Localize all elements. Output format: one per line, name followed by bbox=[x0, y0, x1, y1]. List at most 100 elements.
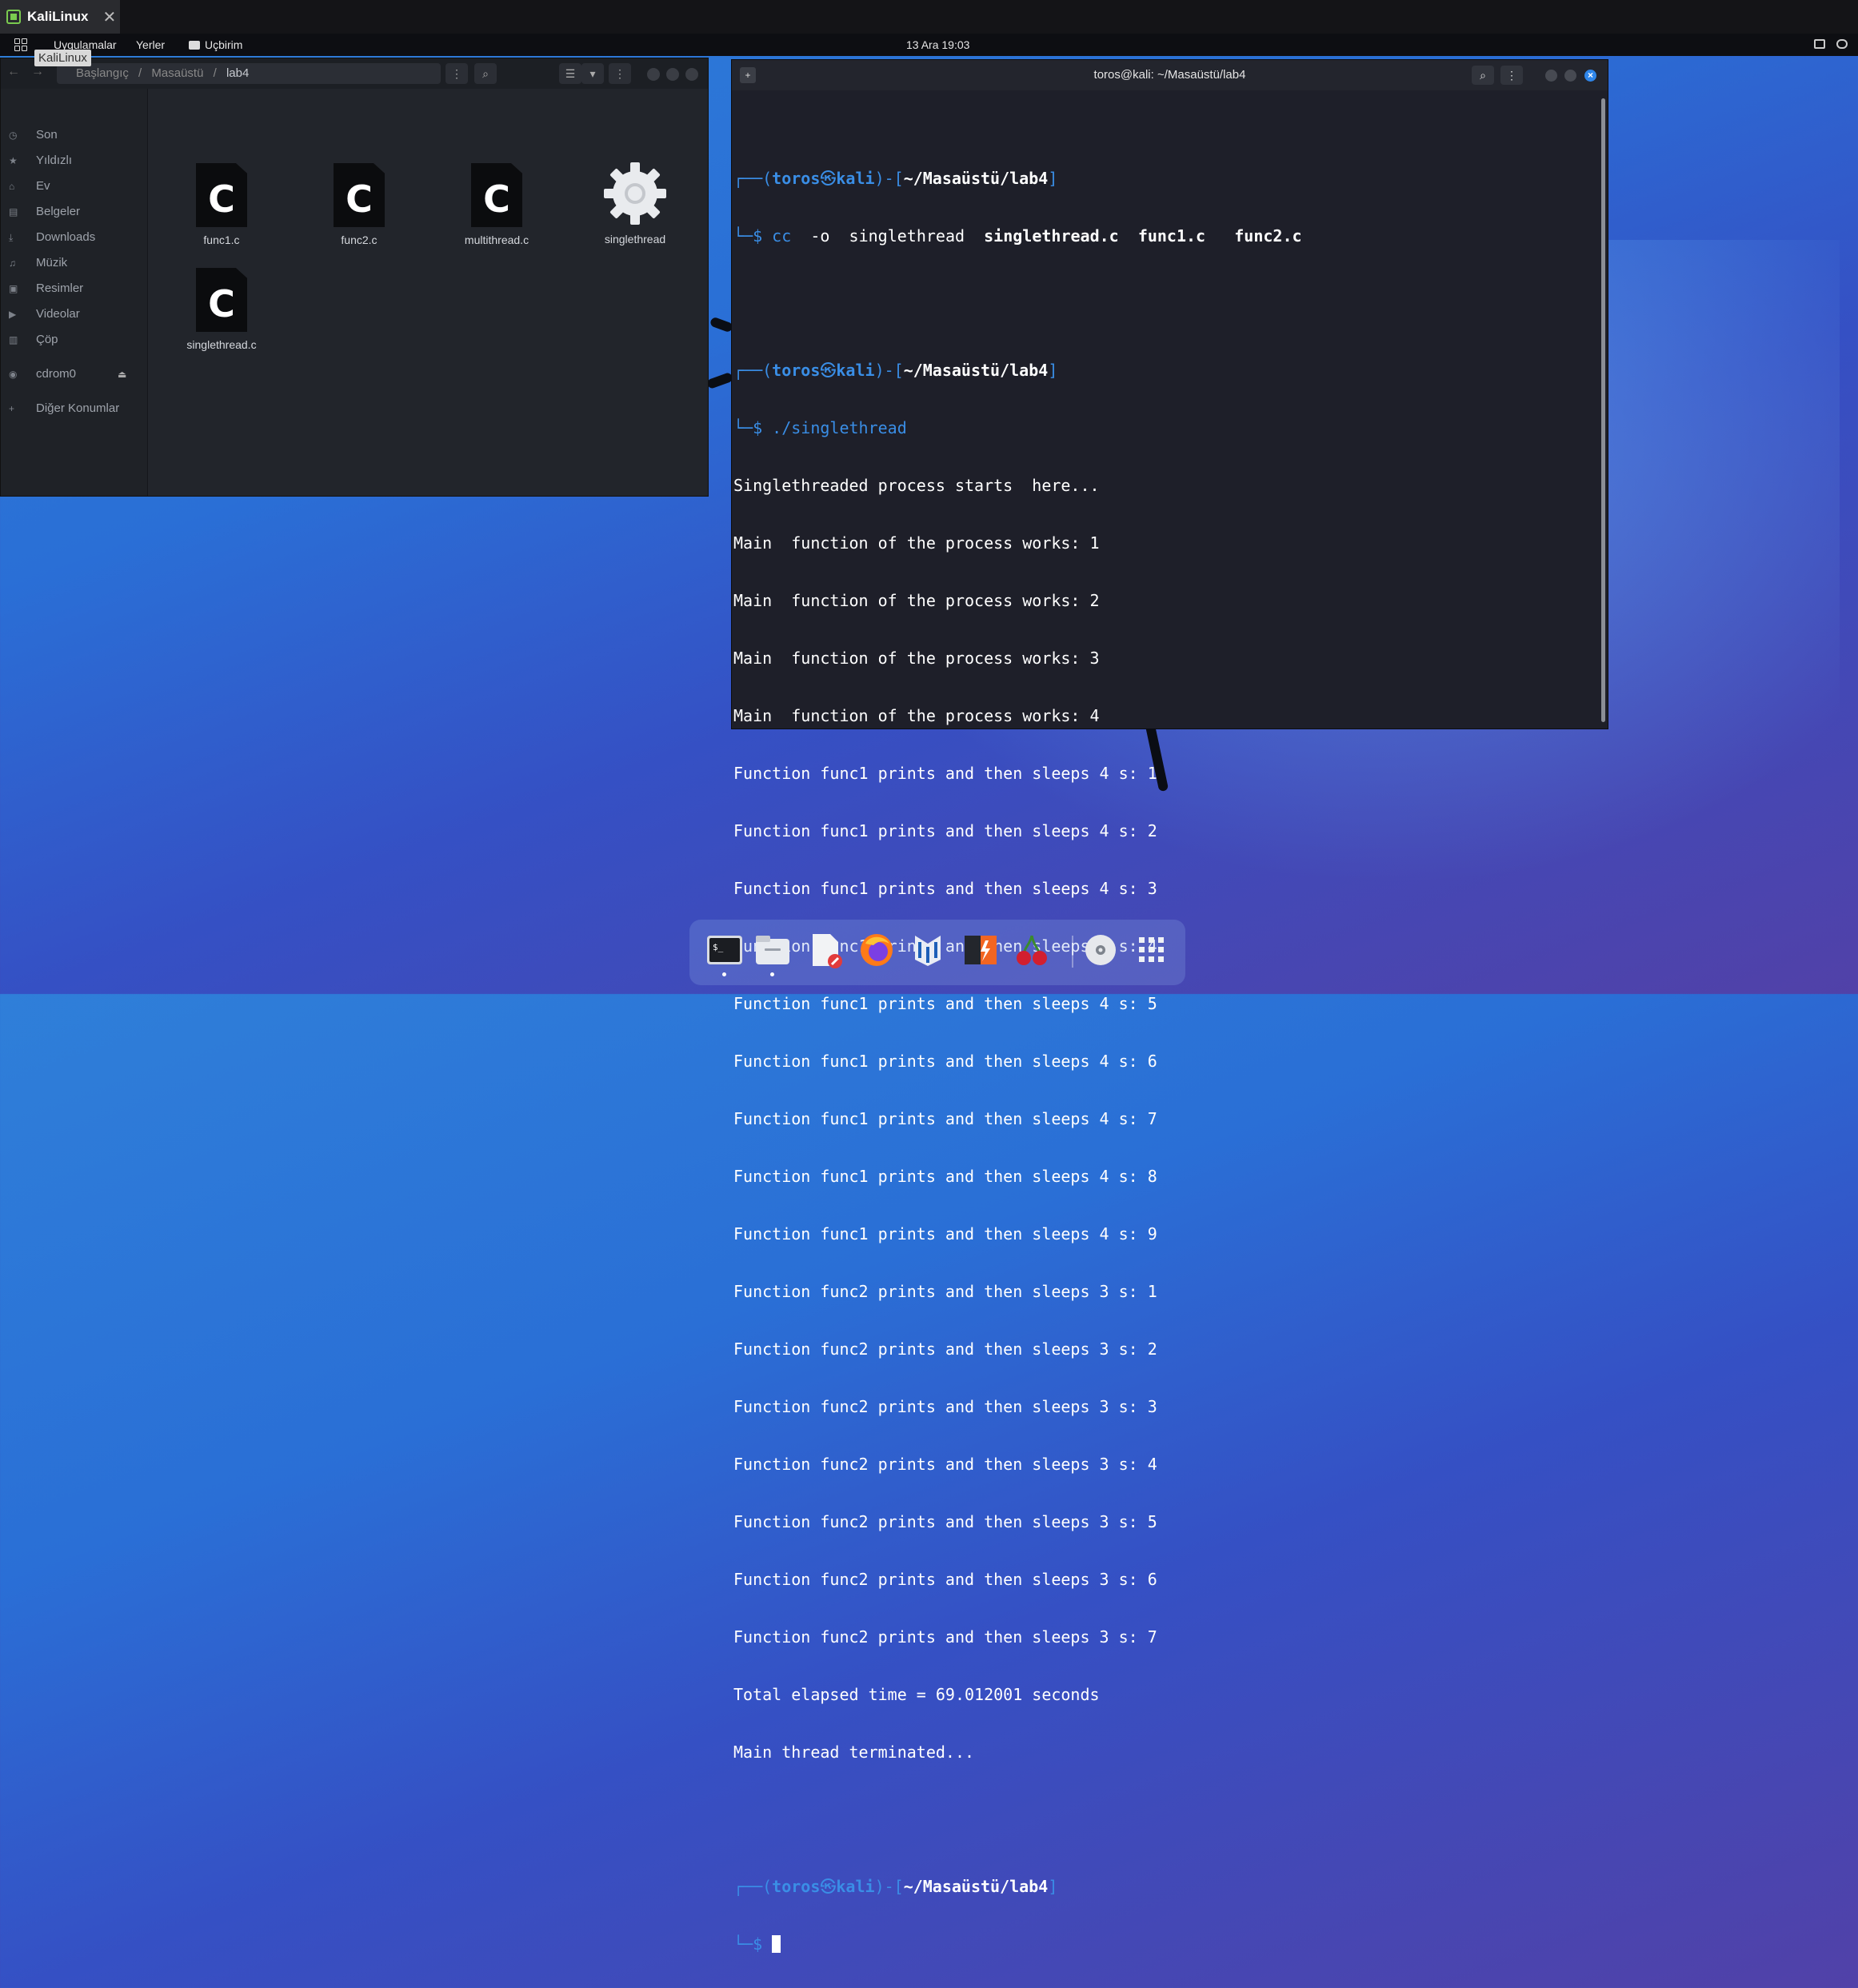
download-icon: ⤓ bbox=[9, 232, 14, 243]
cherrytree-icon bbox=[1017, 935, 1047, 965]
file-singlethread[interactable]: singlethread bbox=[575, 161, 695, 246]
menu-icon[interactable]: ⋮ bbox=[1500, 66, 1523, 85]
gear-icon bbox=[602, 161, 668, 226]
disc-icon: ◉ bbox=[9, 369, 18, 380]
firefox-icon bbox=[861, 934, 893, 966]
output-line: Function func1 prints and then sleeps 4 … bbox=[733, 1052, 1157, 1071]
display-icon[interactable] bbox=[1814, 39, 1825, 49]
disc-icon bbox=[1085, 935, 1116, 965]
vm-icon bbox=[6, 10, 21, 24]
terminal-icon bbox=[189, 41, 200, 50]
output-line: Function func1 prints and then sleeps 4 … bbox=[733, 764, 1157, 783]
search-icon[interactable]: ⌕ bbox=[474, 63, 497, 84]
back-icon[interactable]: ← bbox=[4, 65, 23, 82]
output-line: Function func1 prints and then sleeps 4 … bbox=[733, 1224, 1157, 1243]
trash-icon: ▥ bbox=[9, 334, 18, 345]
terminal-launcher[interactable]: Uçbirim bbox=[189, 38, 242, 51]
scrollbar[interactable] bbox=[1601, 98, 1605, 722]
close-icon[interactable]: ✕ bbox=[103, 7, 117, 27]
close-button[interactable]: × bbox=[1584, 70, 1596, 82]
path-menu-button[interactable]: ⋮ bbox=[446, 63, 468, 84]
output-line: Main function of the process works: 1 bbox=[733, 533, 1100, 553]
breadcrumb-current[interactable]: lab4 bbox=[226, 66, 249, 80]
command-line: └─$ cc -o singlethread singlethread.c fu… bbox=[733, 226, 1302, 246]
maximize-button[interactable] bbox=[1564, 70, 1576, 82]
app-grid-icon[interactable] bbox=[14, 38, 27, 51]
menu-icon[interactable]: ⋮ bbox=[609, 63, 631, 84]
c-source-file-icon: C bbox=[471, 163, 522, 227]
file-func1-c[interactable]: C func1.c bbox=[162, 163, 282, 246]
close-button[interactable] bbox=[685, 68, 698, 81]
command-line: └─$ bbox=[733, 1934, 1589, 1954]
svg-text:$_: $_ bbox=[713, 942, 724, 952]
star-icon: ★ bbox=[9, 155, 18, 166]
forward-icon[interactable]: → bbox=[28, 65, 47, 82]
dock-app-grid[interactable] bbox=[1133, 931, 1171, 969]
files-icon bbox=[756, 936, 789, 964]
output-line: Function func1 prints and then sleeps 4 … bbox=[733, 1167, 1157, 1186]
sidebar-item-trash[interactable]: ▥ Çöp bbox=[1, 329, 147, 350]
power-icon[interactable] bbox=[1836, 39, 1848, 49]
sidebar-item-recent[interactable]: ◷ Son bbox=[1, 125, 147, 146]
breadcrumb[interactable]: Başlangıç / Masaüstü / lab4 bbox=[57, 63, 441, 84]
metasploit-icon bbox=[915, 936, 941, 966]
top-panel: Uygulamalar Yerler Uçbirim 13 Ara 19:03 bbox=[0, 34, 1858, 56]
video-icon: ▶ bbox=[9, 309, 17, 320]
eject-icon[interactable]: ⏏ bbox=[118, 364, 126, 385]
home-icon: ⌂ bbox=[9, 181, 15, 192]
minimize-button[interactable] bbox=[1545, 70, 1557, 82]
clock[interactable]: 13 Ara 19:03 bbox=[906, 38, 969, 51]
file-grid: C func1.c C func2.c C multithread.c sing… bbox=[148, 89, 708, 496]
sidebar-item-pictures[interactable]: ▣ Resimler bbox=[1, 278, 147, 299]
file-func2-c[interactable]: C func2.c bbox=[299, 163, 419, 246]
breadcrumb-desktop[interactable]: Masaüstü bbox=[151, 66, 203, 80]
dock-burpsuite[interactable] bbox=[961, 931, 1000, 969]
terminal-output[interactable]: ┌──(toros㉿kali)-[~/Masaüstü/lab4] └─$ cc… bbox=[733, 111, 1589, 1988]
plus-icon: + bbox=[9, 403, 15, 414]
minimize-button[interactable] bbox=[647, 68, 660, 81]
breadcrumb-home[interactable]: Başlangıç bbox=[76, 66, 129, 80]
sidebar-item-starred[interactable]: ★ Yıldızlı bbox=[1, 150, 147, 171]
output-line: Function func2 prints and then sleeps 3 … bbox=[733, 1627, 1157, 1647]
dock-cherrytree[interactable] bbox=[1013, 931, 1051, 969]
sidebar-item-music[interactable]: ♫ Müzik bbox=[1, 253, 147, 273]
vm-tab[interactable]: KaliLinux ✕ bbox=[0, 0, 120, 34]
tooltip: KaliLinux bbox=[34, 50, 91, 66]
chevron-down-icon[interactable]: ▾ bbox=[581, 63, 604, 84]
search-icon[interactable]: ⌕ bbox=[1472, 66, 1494, 85]
sidebar-item-downloads[interactable]: ⤓ Downloads bbox=[1, 227, 147, 248]
dock-terminal[interactable]: $_ bbox=[705, 931, 744, 976]
sidebar-item-home[interactable]: ⌂ Ev bbox=[1, 176, 147, 197]
file-singlethread-c[interactable]: C singlethread.c bbox=[162, 268, 282, 351]
breadcrumb-sep: / bbox=[138, 66, 142, 80]
dock-text-editor[interactable] bbox=[806, 931, 845, 969]
document-icon: ▤ bbox=[9, 206, 18, 218]
sidebar-item-documents[interactable]: ▤ Belgeler bbox=[1, 202, 147, 222]
output-line: Total elapsed time = 69.012001 seconds bbox=[733, 1685, 1100, 1704]
command-line: └─$ ./singlethread bbox=[733, 418, 907, 437]
output-line: Main function of the process works: 2 bbox=[733, 591, 1100, 610]
file-multithread-c[interactable]: C multithread.c bbox=[437, 163, 557, 246]
terminal-launcher-label: Uçbirim bbox=[205, 38, 243, 51]
dock-metasploit[interactable] bbox=[909, 931, 947, 969]
places-menu[interactable]: Yerler bbox=[136, 38, 165, 51]
sidebar: ◷ Son ★ Yıldızlı ⌂ Ev ▤ Belgeler ⤓ Downloads … bbox=[1, 89, 148, 496]
view-list-icon[interactable]: ☰ bbox=[559, 63, 581, 84]
sidebar-item-cdrom[interactable]: ◉ cdrom0 ⏏ bbox=[1, 364, 147, 385]
terminal-titlebar: + toros@kali: ~/Masaüstü/lab4 ⌕ ⋮ × bbox=[732, 60, 1608, 90]
dock-firefox[interactable] bbox=[857, 931, 896, 969]
maximize-button[interactable] bbox=[666, 68, 679, 81]
dock-files[interactable] bbox=[753, 931, 792, 976]
clock-icon: ◷ bbox=[9, 130, 18, 141]
prompt-line: ┌──(toros㉿kali)-[~/Masaüstü/lab4] bbox=[733, 1877, 1058, 1896]
c-source-file-icon: C bbox=[334, 163, 385, 227]
output-line: Function func1 prints and then sleeps 4 … bbox=[733, 821, 1157, 840]
output-line: Function func1 prints and then sleeps 4 … bbox=[733, 994, 1157, 1013]
sidebar-item-videos[interactable]: ▶ Videolar bbox=[1, 304, 147, 325]
output-line: Function func2 prints and then sleeps 3 … bbox=[733, 1282, 1157, 1301]
sidebar-item-other-locations[interactable]: + Diğer Konumlar bbox=[1, 398, 147, 419]
text-editor-icon bbox=[813, 934, 842, 968]
dock-separator bbox=[1072, 936, 1073, 968]
dock-cdrom[interactable] bbox=[1081, 931, 1120, 969]
terminal-icon: $_ bbox=[707, 936, 742, 964]
